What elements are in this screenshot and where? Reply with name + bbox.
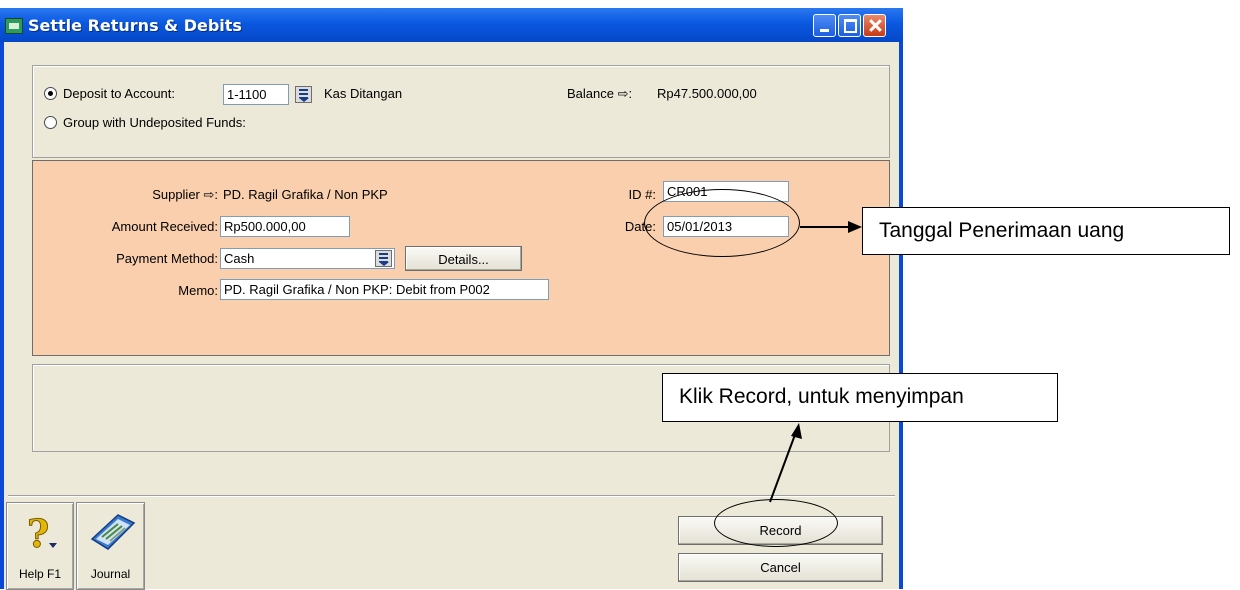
record-callout: Klik Record, untuk menyimpan: [662, 373, 1058, 422]
annotation-arrows: [769, 221, 862, 503]
date-callout: Tanggal Penerimaan uang: [862, 207, 1230, 255]
record-highlight-oval: [714, 499, 838, 547]
